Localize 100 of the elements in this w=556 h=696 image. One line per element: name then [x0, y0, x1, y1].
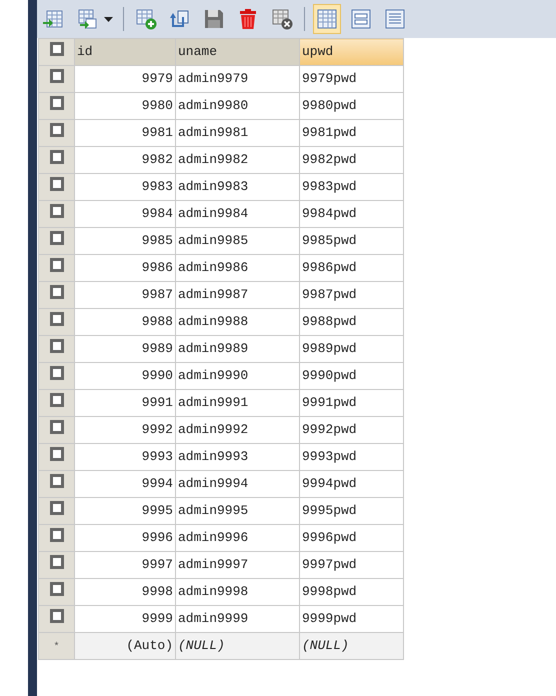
table-cell: 9989pwd	[300, 336, 404, 362]
table-add-icon	[135, 8, 157, 30]
checkbox[interactable]	[50, 284, 64, 299]
table-cell: admin9991	[176, 390, 300, 416]
checkbox[interactable]	[50, 582, 64, 596]
checkbox[interactable]	[50, 204, 64, 218]
table-import-icon	[42, 8, 64, 30]
checkbox[interactable]	[50, 608, 64, 623]
text-view-icon	[384, 8, 406, 30]
table-cell: 9994	[74, 470, 176, 498]
table-cell: 9988pwd	[300, 308, 404, 336]
table-cell: 9984	[74, 200, 176, 228]
table-cell: admin9997	[176, 552, 300, 578]
table-cell: 9980	[74, 92, 176, 120]
checkbox[interactable]	[50, 420, 64, 434]
table-cell: admin9983	[176, 174, 300, 200]
table-cell: admin9995	[176, 498, 300, 524]
checkbox[interactable]	[50, 230, 64, 245]
table-cell: admin9994	[176, 470, 300, 498]
table-cell: admin9990	[176, 362, 300, 390]
checkbox[interactable]	[50, 176, 64, 191]
table-cell: 9983pwd	[300, 174, 404, 200]
table-cell: 9990	[74, 362, 176, 390]
table-cell: 9995pwd	[300, 498, 404, 524]
table-cell: admin9992	[176, 416, 300, 444]
table-cell: 9981pwd	[300, 120, 404, 146]
table-cell: (NULL)	[300, 632, 404, 660]
checkbox[interactable]	[50, 446, 64, 461]
table-cell: 9982pwd	[300, 146, 404, 174]
table-cell: 9988	[74, 308, 176, 336]
table-cell: 9991	[74, 390, 176, 416]
table-cell: 9993pwd	[300, 444, 404, 470]
table-cell: 9993	[74, 444, 176, 470]
caret-icon	[104, 16, 112, 22]
form-view-icon	[350, 8, 372, 30]
table-cell: admin9993	[176, 444, 300, 470]
table-cell: 9998pwd	[300, 578, 404, 606]
checkbox[interactable]	[50, 150, 64, 164]
table-cell: admin9999	[176, 606, 300, 632]
grid-view-icon	[316, 8, 338, 30]
checkbox[interactable]	[50, 554, 64, 569]
table-cell: 9985pwd	[300, 228, 404, 254]
table-cell: 9984pwd	[300, 200, 404, 228]
table-cell: 9999pwd	[300, 606, 404, 632]
table-cell: 9979pwd	[300, 66, 404, 92]
checkbox[interactable]	[50, 474, 64, 488]
table-cell: (Auto)	[74, 632, 176, 660]
table-cell: 9994pwd	[300, 470, 404, 498]
checkbox[interactable]	[50, 258, 64, 272]
table-cell: admin9987	[176, 282, 300, 308]
table-cell: admin9996	[176, 524, 300, 552]
table-delete-icon	[271, 8, 293, 30]
table-cell: 9980pwd	[300, 92, 404, 120]
checkbox[interactable]	[50, 68, 64, 83]
checkbox[interactable]	[50, 312, 64, 326]
grid-view-button[interactable]	[313, 4, 341, 34]
table-cell: 9992pwd	[300, 416, 404, 444]
table-cell: 9996	[74, 524, 176, 552]
table-cell: admin9985	[176, 228, 300, 254]
table-cell: 9987pwd	[300, 282, 404, 308]
table-cell: 9996pwd	[300, 524, 404, 552]
trash-can-icon	[237, 8, 259, 30]
new-row-marker: *	[53, 642, 60, 654]
table-export-icon	[76, 8, 98, 30]
table-cell: 9997	[74, 552, 176, 578]
table-cell: (NULL)	[176, 632, 300, 660]
table-cell: 9991pwd	[300, 390, 404, 416]
checkbox[interactable]	[50, 338, 64, 353]
table-cell: admin9979	[176, 66, 300, 92]
column-header[interactable]: uname	[176, 38, 300, 66]
table-cell: admin9981	[176, 120, 300, 146]
table-cell: admin9989	[176, 336, 300, 362]
table-cell: 9986	[74, 254, 176, 282]
table-cell: 9989	[74, 336, 176, 362]
table-cell: 9990pwd	[300, 362, 404, 390]
table-cell: 9995	[74, 498, 176, 524]
table-cell: 9985	[74, 228, 176, 254]
table-cell: 9992	[74, 416, 176, 444]
table-cell: admin9984	[176, 200, 300, 228]
table-cell: 9983	[74, 174, 176, 200]
checkbox[interactable]	[50, 392, 64, 407]
column-header[interactable]: id	[74, 38, 176, 66]
checkbox[interactable]	[50, 42, 64, 56]
table-cell: 9982	[74, 146, 176, 174]
checkbox[interactable]	[50, 96, 64, 110]
table-cell: 9997pwd	[300, 552, 404, 578]
table-cell: 9999	[74, 606, 176, 632]
checkbox[interactable]	[50, 366, 64, 380]
checkbox[interactable]	[50, 122, 64, 137]
table-cell: admin9982	[176, 146, 300, 174]
undo-arrow-icon	[169, 8, 191, 30]
checkbox[interactable]	[50, 500, 64, 515]
table-cell: admin9980	[176, 92, 300, 120]
table-cell: 9998	[74, 578, 176, 606]
table-cell: 9986pwd	[300, 254, 404, 282]
column-header[interactable]: upwd	[300, 38, 404, 66]
checkbox[interactable]	[50, 528, 64, 542]
table-cell: 9981	[74, 120, 176, 146]
table-cell: 9987	[74, 282, 176, 308]
table-cell: 9979	[74, 66, 176, 92]
